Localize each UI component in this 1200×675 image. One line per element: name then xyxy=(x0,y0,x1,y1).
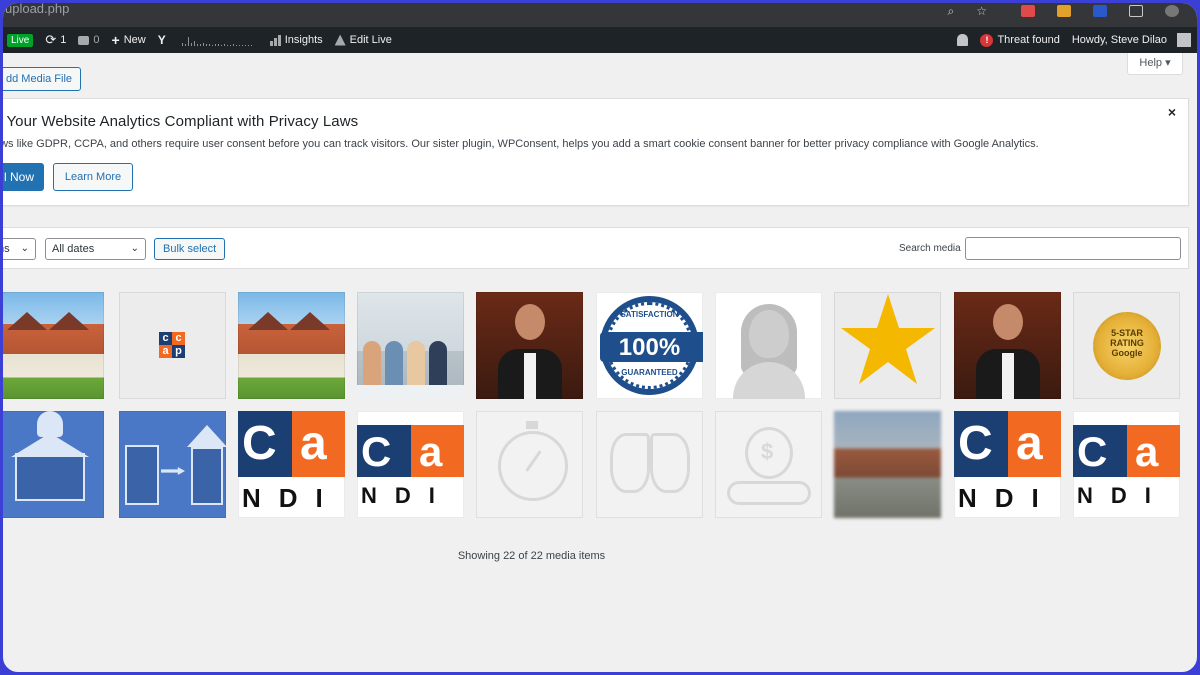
star-icon xyxy=(841,294,935,384)
date-filter-value: All dates xyxy=(52,243,95,255)
comments-item[interactable]: 0 xyxy=(72,27,105,53)
profile-icon[interactable] xyxy=(1165,5,1179,17)
greeting: Howdy, Steve Dilao xyxy=(1071,34,1167,46)
media-thumbnail-houses[interactable] xyxy=(238,292,345,399)
media-thumbnail-cca-logo[interactable]: Ca NDI xyxy=(357,411,464,518)
media-thumbnail-house-hand[interactable] xyxy=(3,411,104,518)
yoast-icon: Y xyxy=(157,33,166,47)
admin-bar-right: ! Threat found Howdy, Steve Dilao xyxy=(951,27,1197,53)
media-thumbnail-avatar-placeholder[interactable] xyxy=(715,292,822,399)
seal-text: 5-STAR RATING Google xyxy=(1110,328,1144,358)
updates-item[interactable]: ⟳ 1 xyxy=(39,27,72,53)
media-thumbnail-satisfaction-badge[interactable]: 100% SATISFACTION GUARANTEED xyxy=(596,292,703,399)
badge-bottom-text: GUARANTEED xyxy=(621,368,678,377)
badge-top-text: SATISFACTION xyxy=(620,310,679,319)
learn-more-button[interactable]: Learn More xyxy=(53,163,133,191)
search-media-label: Search media xyxy=(899,243,961,254)
media-type-filter[interactable]: ms ⌄ xyxy=(3,238,36,260)
zoom-icon[interactable]: ⌕ xyxy=(948,4,955,19)
security-threat-item[interactable]: ! Threat found xyxy=(974,27,1065,53)
comments-count: 0 xyxy=(93,34,100,46)
edit-live-icon xyxy=(334,34,346,46)
insights-item[interactable]: Insights xyxy=(264,27,329,53)
extension-icon[interactable] xyxy=(1021,5,1035,17)
install-now-button[interactable]: l Now xyxy=(3,163,44,191)
live-badge: Live xyxy=(7,33,34,47)
extension-icon[interactable] xyxy=(1057,5,1071,17)
media-thumbnail-cca-logo[interactable]: Ca NDI xyxy=(1073,411,1180,518)
edit-live-item[interactable]: Edit Live xyxy=(329,27,398,53)
edit-live-label: Edit Live xyxy=(349,34,392,46)
help-tab-button[interactable]: Help ▾ xyxy=(1127,53,1183,75)
comment-icon xyxy=(78,35,90,45)
plus-icon: + xyxy=(111,32,120,48)
my-account-item[interactable]: Howdy, Steve Dilao xyxy=(1066,27,1197,53)
refresh-icon: ⟳ xyxy=(45,32,57,47)
date-filter[interactable]: All dates ⌄ xyxy=(45,238,146,260)
browser-url[interactable]: upload.php xyxy=(5,3,69,16)
search-media-input[interactable] xyxy=(965,237,1181,260)
privacy-compliance-notice: e Your Website Analytics Compliant with … xyxy=(0,98,1189,206)
media-thumbnail-businessman[interactable] xyxy=(954,292,1061,399)
media-thumbnail-cca-logo[interactable]: Ca NDI xyxy=(238,411,345,518)
new-content-item[interactable]: + New xyxy=(106,27,152,53)
bookmark-star-icon[interactable]: ☆ xyxy=(976,4,987,18)
threat-label: Threat found xyxy=(997,34,1060,46)
ccap-logo-icon: cc ap xyxy=(159,332,185,358)
insights-label: Insights xyxy=(284,34,323,46)
media-thumbnail-star[interactable] xyxy=(834,292,941,399)
media-thumbnail-money-bag[interactable]: $ xyxy=(715,411,822,518)
media-count-status: Showing 22 of 22 media items xyxy=(457,550,606,562)
alert-icon: ! xyxy=(980,33,994,47)
media-type-filter-value: ms xyxy=(3,243,10,255)
browser-address-strip: upload.php ⌕ ☆ xyxy=(3,3,1197,27)
notice-title: e Your Website Analytics Compliant with … xyxy=(0,113,359,130)
media-toolbar: ms ⌄ All dates ⌄ Bulk select Search medi… xyxy=(3,227,1189,269)
screenshot-frame: upload.php ⌕ ☆ Live ⟳ 1 0 + New Y Insigh… xyxy=(0,0,1200,675)
browser-toolbar-icons: ⌕ ☆ xyxy=(948,3,1179,19)
close-icon[interactable]: × xyxy=(1168,104,1176,120)
media-thumbnail-houses[interactable] xyxy=(3,292,104,399)
badge-main-text: 100% xyxy=(618,334,681,361)
new-label: New xyxy=(123,34,146,46)
media-thumbnail-house-upgrade[interactable] xyxy=(119,411,226,518)
chevron-down-icon: ⌄ xyxy=(130,243,139,254)
add-media-file-button[interactable]: dd Media File xyxy=(3,67,82,91)
yoast-item[interactable]: Y xyxy=(152,27,172,53)
notice-body: aws like GDPR, CCPA, and others require … xyxy=(0,138,1039,150)
bell-icon xyxy=(957,34,969,46)
media-thumbnail-team[interactable] xyxy=(357,292,464,399)
updates-count: 1 xyxy=(60,34,67,46)
media-thumbnail-cca-logo[interactable]: Ca NDI xyxy=(954,411,1061,518)
media-thumbnail-ccap-logo[interactable]: cc ap xyxy=(119,292,226,399)
avatar xyxy=(1177,33,1191,47)
media-thumbnail-businessman[interactable] xyxy=(476,292,583,399)
bulk-select-button[interactable]: Bulk select xyxy=(154,238,226,260)
media-thumbnail-five-star-seal[interactable]: 5-STAR RATING Google xyxy=(1073,292,1180,399)
extension-icon[interactable] xyxy=(1093,5,1107,17)
media-thumbnail-stopwatch[interactable] xyxy=(476,411,583,518)
extension-icon[interactable] xyxy=(1129,5,1143,17)
wp-admin-bar: Live ⟳ 1 0 + New Y Insights Edit Live ! … xyxy=(3,27,1197,53)
media-thumbnail-street[interactable] xyxy=(834,411,941,518)
chevron-down-icon: ⌄ xyxy=(20,243,29,254)
media-thumbnail-hands[interactable] xyxy=(596,411,703,518)
live-status[interactable]: Live xyxy=(3,27,39,53)
traffic-sparkline xyxy=(181,34,254,46)
bar-chart-icon xyxy=(269,34,281,46)
notifications-item[interactable] xyxy=(951,27,974,53)
